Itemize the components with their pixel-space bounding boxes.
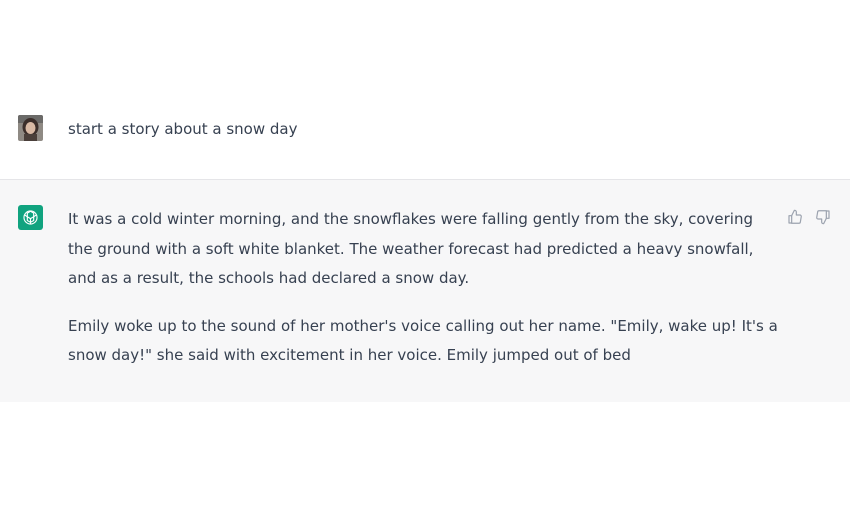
thumbs-up-button[interactable] [786, 208, 804, 226]
assistant-message-content: It was a cold winter morning, and the sn… [68, 205, 780, 389]
assistant-paragraph: Emily woke up to the sound of her mother… [68, 316, 778, 365]
user-message-text: start a story about a snow day [68, 120, 298, 138]
assistant-message-row: It was a cold winter morning, and the sn… [0, 179, 850, 402]
thumbs-down-button[interactable] [814, 208, 832, 226]
openai-logo-icon [18, 205, 43, 230]
user-message-row: start a story about a snow day [0, 100, 850, 180]
thumbs-down-icon [816, 210, 830, 225]
user-avatar [18, 115, 43, 141]
thumbs-up-icon [788, 209, 802, 224]
assistant-paragraph: It was a cold winter morning, and the sn… [68, 210, 754, 287]
feedback-controls [786, 208, 832, 226]
